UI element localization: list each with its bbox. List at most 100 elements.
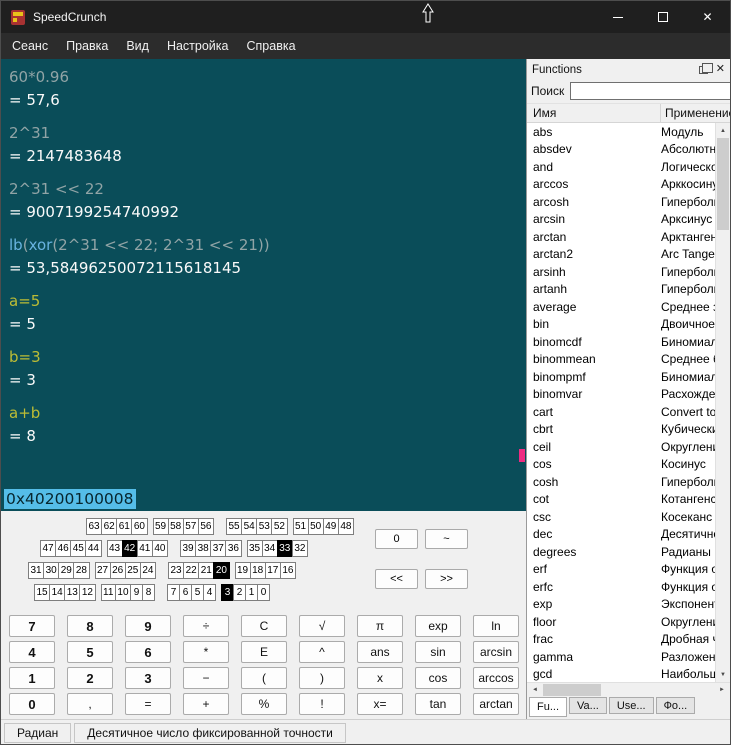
bit-36[interactable]: 36: [225, 540, 242, 557]
clear-bits-button[interactable]: 0: [375, 529, 418, 549]
bit-29[interactable]: 29: [58, 562, 75, 579]
key-equals[interactable]: =: [125, 693, 171, 715]
function-row[interactable]: erfc Функция ошибок: [527, 578, 715, 596]
bit-56[interactable]: 56: [197, 518, 214, 535]
function-row[interactable]: cos Косинус: [527, 456, 715, 474]
bit-44[interactable]: 44: [85, 540, 102, 557]
status-result-format[interactable]: Десятичное число фиксированной точности: [74, 723, 346, 743]
key-6[interactable]: 6: [125, 641, 171, 663]
key-power[interactable]: ^: [299, 641, 345, 663]
key-2[interactable]: 2: [67, 667, 113, 689]
bit-33[interactable]: 33: [276, 540, 293, 557]
function-row[interactable]: arcsin Арксинус: [527, 211, 715, 229]
bit-38[interactable]: 38: [195, 540, 212, 557]
bit-17[interactable]: 17: [264, 562, 281, 579]
key-close-paren[interactable]: ): [299, 667, 345, 689]
bit-28[interactable]: 28: [73, 562, 90, 579]
menubar-item-4[interactable]: Справка: [238, 35, 305, 57]
key-multiply[interactable]: *: [183, 641, 229, 663]
key-factorial[interactable]: !: [299, 693, 345, 715]
bit-10[interactable]: 10: [114, 584, 132, 601]
key-sqrt[interactable]: √: [299, 615, 345, 637]
bit-4[interactable]: 4: [203, 584, 217, 601]
function-row[interactable]: cart Convert to cartesian: [527, 403, 715, 421]
key-percent[interactable]: %: [241, 693, 287, 715]
shift-left-button[interactable]: <<: [375, 569, 418, 589]
close-button[interactable]: ✕: [685, 1, 730, 33]
bit-23[interactable]: 23: [168, 562, 185, 579]
key-ans[interactable]: ans: [357, 641, 403, 663]
vertical-scroll-track[interactable]: [716, 138, 730, 667]
scroll-up-icon[interactable]: ▲: [716, 123, 730, 138]
function-row[interactable]: erf Функция ошибок: [527, 561, 715, 579]
function-row[interactable]: arcosh Гиперболический арккосинус: [527, 193, 715, 211]
status-angle-mode[interactable]: Радиан: [4, 723, 72, 743]
key-8[interactable]: 8: [67, 615, 113, 637]
function-row[interactable]: abs Модуль: [527, 123, 715, 141]
vertical-scroll-thumb[interactable]: [717, 138, 729, 230]
vertical-scrollbar[interactable]: ▲ ▼: [715, 123, 730, 682]
key-arcsin[interactable]: arcsin: [473, 641, 519, 663]
bit-34[interactable]: 34: [261, 540, 278, 557]
function-row[interactable]: gamma Разложение гамма: [527, 648, 715, 666]
bit-46[interactable]: 46: [55, 540, 72, 557]
key-3[interactable]: 3: [125, 667, 171, 689]
function-row[interactable]: exp Экспонента: [527, 596, 715, 614]
menubar-item-1[interactable]: Правка: [57, 35, 117, 57]
bit-25[interactable]: 25: [124, 562, 141, 579]
key-1[interactable]: 1: [9, 667, 55, 689]
function-row[interactable]: binommean Среднее биномиальное: [527, 351, 715, 369]
key-sin[interactable]: sin: [415, 641, 461, 663]
bit-27[interactable]: 27: [94, 562, 111, 579]
bit-45[interactable]: 45: [70, 540, 87, 557]
bit-55[interactable]: 55: [226, 518, 243, 535]
functions-search-input[interactable]: [570, 82, 730, 100]
float-panel-icon[interactable]: [698, 62, 713, 74]
bit-30[interactable]: 30: [43, 562, 60, 579]
function-row[interactable]: binomcdf Биномиальное распределение: [527, 333, 715, 351]
bit-35[interactable]: 35: [246, 540, 263, 557]
dock-tab-1[interactable]: Va...: [569, 697, 607, 714]
bit-41[interactable]: 41: [136, 540, 153, 557]
bit-15[interactable]: 15: [34, 584, 51, 601]
bit-11[interactable]: 11: [100, 584, 116, 601]
function-row[interactable]: binomvar Расхождение биномиальное: [527, 386, 715, 404]
bit-16[interactable]: 16: [279, 562, 296, 579]
bit-43[interactable]: 43: [106, 540, 123, 557]
bit-42[interactable]: 42: [121, 540, 138, 557]
bit-61[interactable]: 61: [116, 518, 133, 535]
bit-51[interactable]: 51: [292, 518, 309, 535]
scroll-down-icon[interactable]: ▼: [716, 667, 730, 682]
key-arctan[interactable]: arctan: [473, 693, 519, 715]
function-row[interactable]: degrees Радианы в градусы: [527, 543, 715, 561]
key-divide[interactable]: ÷: [183, 615, 229, 637]
dock-tab-2[interactable]: Use...: [608, 697, 654, 714]
key-exp[interactable]: exp: [415, 615, 461, 637]
bit-14[interactable]: 14: [49, 584, 66, 601]
function-row[interactable]: arctan Арктангенс: [527, 228, 715, 246]
not-button[interactable]: ~: [425, 529, 468, 549]
key-ln[interactable]: ln: [473, 615, 519, 637]
bit-31[interactable]: 31: [28, 562, 45, 579]
bit-54[interactable]: 54: [241, 518, 258, 535]
minimize-button[interactable]: [595, 1, 640, 33]
bit-63[interactable]: 63: [86, 518, 103, 535]
key-5[interactable]: 5: [67, 641, 113, 663]
key-decimal-sep[interactable]: ,: [67, 693, 113, 715]
column-header-usage[interactable]: Применение: [661, 106, 730, 120]
bit-47[interactable]: 47: [40, 540, 57, 557]
bit-62[interactable]: 62: [101, 518, 118, 535]
key-open-paren[interactable]: (: [241, 667, 287, 689]
key-0[interactable]: 0: [9, 693, 55, 715]
bit-20[interactable]: 20: [213, 562, 230, 579]
menubar-item-2[interactable]: Вид: [117, 35, 158, 57]
bit-21[interactable]: 21: [198, 562, 215, 579]
scroll-right-icon[interactable]: ►: [714, 683, 730, 697]
key-exponent[interactable]: E: [241, 641, 287, 663]
dock-tab-0[interactable]: Fu...: [529, 697, 568, 717]
bit-52[interactable]: 52: [271, 518, 288, 535]
key-7[interactable]: 7: [9, 615, 55, 637]
key-4[interactable]: 4: [9, 641, 55, 663]
key-minus[interactable]: −: [183, 667, 229, 689]
bit-53[interactable]: 53: [256, 518, 273, 535]
